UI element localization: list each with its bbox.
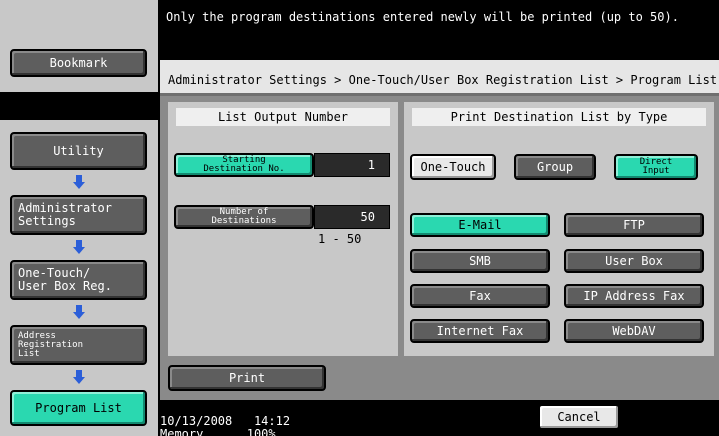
cancel-button[interactable]: Cancel — [538, 404, 620, 430]
address-label-line3: List — [18, 348, 40, 359]
admin-label-line2: Settings — [18, 214, 76, 228]
group-button[interactable]: Group — [514, 154, 596, 180]
print-label: Print — [228, 371, 266, 385]
one-touch-button[interactable]: One-Touch — [410, 154, 496, 180]
cancel-label: Cancel — [557, 410, 601, 424]
datetime-row: 10/13/2008 14:12 — [160, 415, 290, 428]
group-label: Group — [536, 160, 574, 174]
memory-value: 100% — [246, 428, 276, 436]
webdav-button[interactable]: WebDAV — [564, 319, 704, 343]
smb-button[interactable]: SMB — [410, 249, 550, 273]
starting-destination-value: 1 — [314, 153, 390, 177]
administrator-settings-button[interactable]: Administrator Settings — [10, 195, 147, 235]
program-list-button[interactable]: Program List — [10, 390, 147, 426]
list-output-pane: List Output Number Starting Destination … — [168, 102, 398, 356]
onetouch-label-line2: User Box Reg. — [18, 279, 112, 293]
fax-button[interactable]: Fax — [410, 284, 550, 308]
sidebar-nav-panel: Utility Administrator Settings One-Touch… — [0, 120, 158, 436]
number-of-destinations-button[interactable]: Number of Destinations — [174, 205, 314, 229]
program-list-label: Program List — [35, 400, 122, 415]
ip-address-fax-button[interactable]: IP Address Fax — [564, 284, 704, 308]
ftp-label: FTP — [623, 218, 645, 232]
sidebar: Bookmark Utility Administrator Settings … — [0, 0, 158, 436]
user-box-button[interactable]: User Box — [564, 249, 704, 273]
print-by-type-heading: Print Destination List by Type — [412, 108, 706, 126]
down-arrow-icon — [73, 370, 85, 384]
destination-range: 1 - 50 — [318, 232, 362, 246]
number-label-line2: Destinations — [211, 216, 277, 226]
print-button[interactable]: Print — [168, 365, 326, 391]
instruction-message: Only the program destinations entered ne… — [166, 10, 679, 24]
email-label: E-Mail — [458, 218, 502, 232]
down-arrow-icon — [73, 175, 85, 189]
ftp-button[interactable]: FTP — [564, 213, 704, 237]
list-output-heading: List Output Number — [176, 108, 390, 126]
number-of-destinations-value: 50 — [314, 205, 390, 229]
smb-label: SMB — [469, 254, 491, 268]
memory-label: Memory — [160, 428, 204, 436]
user-box-label: User Box — [605, 254, 663, 268]
webdav-label: WebDAV — [612, 324, 656, 338]
internet-fax-button[interactable]: Internet Fax — [410, 319, 550, 343]
down-arrow-icon — [73, 240, 85, 254]
down-arrow-icon — [73, 305, 85, 319]
internet-fax-label: Internet Fax — [436, 324, 524, 338]
bookmark-label: Bookmark — [49, 55, 108, 70]
status-date: 10/13/2008 — [160, 414, 233, 428]
address-registration-list-button[interactable]: Address Registration List — [10, 325, 147, 365]
status-time: 14:12 — [253, 414, 291, 428]
print-by-type-pane: Print Destination List by Type One-Touch… — [404, 102, 714, 356]
title-bar: Administrator Settings > One-Touch/User … — [160, 60, 719, 96]
bookmark-button[interactable]: Bookmark — [10, 49, 147, 77]
direct-input-button[interactable]: Direct Input — [614, 154, 698, 180]
one-touch-user-box-reg-button[interactable]: One-Touch/ User Box Reg. — [10, 260, 147, 300]
status-bar: 10/13/2008 14:12 Memory 100% — [160, 400, 290, 436]
utility-button[interactable]: Utility — [10, 132, 147, 170]
main-panel: Administrator Settings > One-Touch/User … — [160, 60, 719, 400]
breadcrumb: Administrator Settings > One-Touch/User … — [168, 73, 718, 87]
fax-label: Fax — [469, 289, 491, 303]
direct-input-line2: Input — [642, 166, 670, 176]
ip-fax-label: IP Address Fax — [583, 289, 685, 303]
starting-destination-button[interactable]: Starting Destination No. — [174, 153, 314, 177]
memory-row: Memory 100% — [160, 428, 290, 436]
email-button[interactable]: E-Mail — [410, 213, 550, 237]
sidebar-top-panel: Bookmark — [0, 0, 158, 92]
one-touch-label: One-Touch — [420, 160, 486, 174]
utility-label: Utility — [53, 143, 104, 158]
starting-label-line2: Destination No. — [203, 164, 285, 174]
